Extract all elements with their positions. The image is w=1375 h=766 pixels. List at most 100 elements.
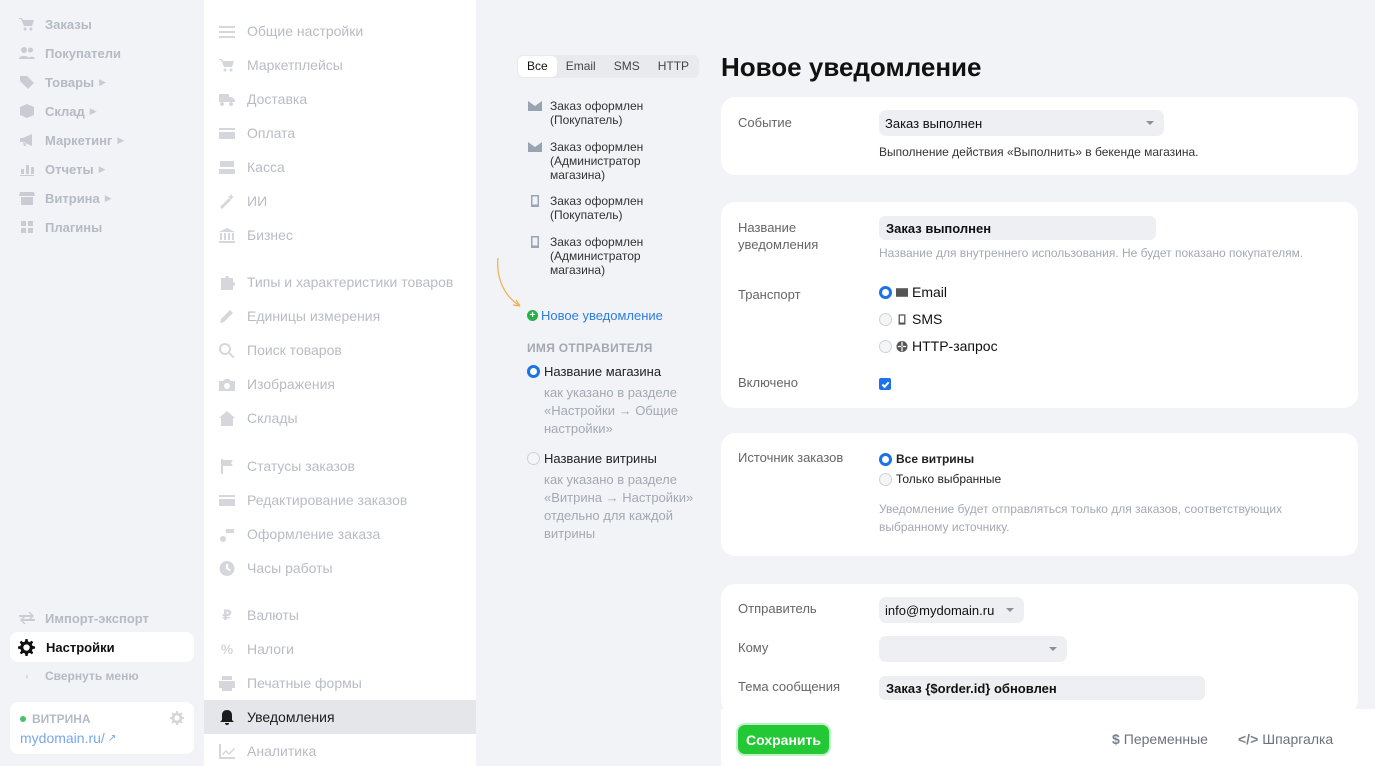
gear-icon[interactable] (170, 711, 184, 725)
settings-item-working-hours[interactable]: Часы работы (218, 551, 476, 585)
variables-label: Переменные (1123, 731, 1208, 747)
radio-unselected[interactable] (527, 452, 540, 465)
storefront-domain-link[interactable]: mydomain.ru/↗ (20, 730, 116, 746)
event-select[interactable]: Заказ выполнен (879, 110, 1164, 136)
transport-option-email[interactable]: Email (879, 284, 947, 300)
settings-item-label: Поиск товаров (247, 342, 342, 358)
settings-item-currencies[interactable]: ₽ Валюты (218, 598, 476, 632)
settings-item-marketplaces[interactable]: Маркетплейсы (218, 48, 476, 82)
settings-item-print-forms[interactable]: Печатные формы (218, 666, 476, 700)
sidebar-item-marketing[interactable]: Маркетинг ▶ (18, 129, 124, 151)
variables-link[interactable]: $ Переменные (1112, 731, 1208, 747)
collapse-menu-button[interactable]: ‹ Свернуть меню (18, 665, 139, 687)
transport-option-http[interactable]: HTTP-запрос (879, 338, 998, 354)
sidebar-item-label: Товары (45, 74, 95, 90)
sidebar-item-products[interactable]: Товары ▶ (18, 71, 106, 93)
radio-unselected[interactable] (879, 312, 892, 326)
sidebar-item-customers[interactable]: Покупатели (18, 42, 121, 64)
source-option-label: Все витрины (896, 452, 975, 466)
sidebar-item-plugins[interactable]: Плагины (18, 216, 102, 238)
pencil-icon (218, 308, 236, 324)
clock-icon (218, 560, 236, 576)
external-link-icon: ↗ (107, 732, 117, 744)
tab-all[interactable]: Все (518, 56, 557, 77)
settings-item-label: Оформление заказа (247, 526, 381, 542)
settings-item-analytics[interactable]: Аналитика (218, 734, 476, 766)
notification-name-input[interactable]: Заказ выполнен (879, 216, 1156, 240)
notification-list-item[interactable]: Заказ оформлен (Администратор магазина) (528, 140, 698, 182)
settings-item-product-types[interactable]: Типы и характеристики товаров (218, 265, 476, 299)
camera-icon (218, 376, 236, 392)
chevron-down-icon (1049, 647, 1057, 651)
settings-item-images[interactable]: Изображения (218, 367, 476, 401)
subject-input[interactable]: Заказ {$order.id} обновлен (879, 676, 1205, 700)
settings-menu: Общие настройки Маркетплейсы Доставка Оп… (204, 0, 476, 766)
new-notification-label: Новое уведомление (541, 308, 663, 323)
settings-item-notifications[interactable]: Уведомления (204, 700, 476, 734)
settings-item-order-editing[interactable]: Редактирование заказов (218, 483, 476, 517)
chart-icon (18, 162, 36, 176)
recipient-select[interactable] (879, 636, 1067, 662)
settings-item-general[interactable]: Общие настройки (218, 14, 476, 48)
sidebar-item-label: Покупатели (45, 45, 121, 61)
storefront-label-text: ВИТРИНА (32, 712, 91, 726)
tab-sms[interactable]: SMS (605, 56, 649, 77)
tab-http[interactable]: HTTP (649, 56, 698, 77)
radio-selected[interactable] (527, 365, 540, 378)
settings-item-label: Аналитика (247, 743, 317, 759)
sidebar-item-label: Настройки (46, 639, 115, 655)
settings-item-ai[interactable]: ИИ (218, 184, 476, 218)
enabled-checkbox[interactable] (879, 378, 891, 390)
chart-line-icon (218, 743, 236, 759)
settings-item-shipping[interactable]: Доставка (218, 82, 476, 116)
settings-item-label: Типы и характеристики товаров (247, 274, 454, 290)
settings-item-label: Редактирование заказов (247, 492, 408, 508)
settings-item-product-search[interactable]: Поиск товаров (218, 333, 476, 367)
chevron-right-icon: ▶ (89, 105, 97, 116)
notification-list-item[interactable]: Заказ оформлен (Покупатель) (528, 99, 698, 127)
sidebar-item-settings[interactable]: Настройки (10, 632, 194, 662)
house-icon (218, 410, 236, 426)
source-option-all[interactable]: Все витрины (879, 452, 974, 466)
cart-icon (18, 17, 36, 31)
recipient-label: Кому (738, 640, 769, 655)
sender-option-label: Название витрины (544, 451, 657, 466)
settings-item-taxes[interactable]: % Налоги (218, 632, 476, 666)
sender-option-store[interactable]: Название магазина (527, 364, 661, 379)
sidebar-item-orders[interactable]: Заказы (18, 13, 92, 35)
source-option-selected[interactable]: Только выбранные (879, 472, 1001, 486)
settings-item-payment[interactable]: Оплата (218, 116, 476, 150)
notification-list-item[interactable]: Заказ оформлен (Покупатель) (528, 194, 698, 222)
settings-item-checkout[interactable]: Оформление заказа (218, 517, 476, 551)
radio-unselected[interactable] (879, 472, 892, 486)
notification-list-item[interactable]: Заказ оформлен (Администратор магазина) (528, 235, 698, 277)
event-card: Событие Заказ выполнен Выполнение действ… (721, 97, 1358, 175)
app-window: Заказы Покупатели Товары ▶ Склад ▶ Марке… (0, 0, 1375, 766)
settings-item-cashbox[interactable]: Касса (218, 150, 476, 184)
settings-item-business[interactable]: Бизнес (218, 218, 476, 252)
tab-email[interactable]: Email (557, 56, 605, 77)
transport-option-sms[interactable]: SMS (879, 311, 942, 327)
check-icon (881, 381, 889, 388)
save-button[interactable]: Сохранить (738, 725, 829, 754)
credit-card-icon (218, 492, 236, 508)
subject-label: Тема сообщения (738, 679, 841, 694)
sidebar-item-warehouse[interactable]: Склад ▶ (18, 100, 97, 122)
percent-icon: % (220, 641, 234, 657)
radio-selected[interactable] (879, 452, 892, 466)
settings-item-units[interactable]: Единицы измерения (218, 299, 476, 333)
sidebar-item-storefront[interactable]: Витрина ▶ (18, 187, 112, 209)
settings-item-warehouses[interactable]: Склады (218, 401, 476, 435)
new-notification-link[interactable]: + Новое уведомление (527, 308, 663, 323)
settings-item-label: Касса (247, 159, 285, 175)
radio-unselected[interactable] (879, 339, 892, 353)
radio-selected[interactable] (879, 285, 892, 299)
sender-label: Отправитель (738, 601, 817, 616)
sender-select[interactable]: info@mydomain.ru (879, 597, 1024, 623)
settings-item-order-statuses[interactable]: Статусы заказов (218, 449, 476, 483)
box-icon (18, 104, 36, 118)
sender-option-storefront[interactable]: Название витрины (527, 451, 657, 466)
sidebar-item-import-export[interactable]: Импорт-экспорт (18, 607, 149, 629)
cheatsheet-link[interactable]: </> Шпаргалка (1238, 731, 1333, 747)
sidebar-item-reports[interactable]: Отчеты ▶ (18, 158, 105, 180)
